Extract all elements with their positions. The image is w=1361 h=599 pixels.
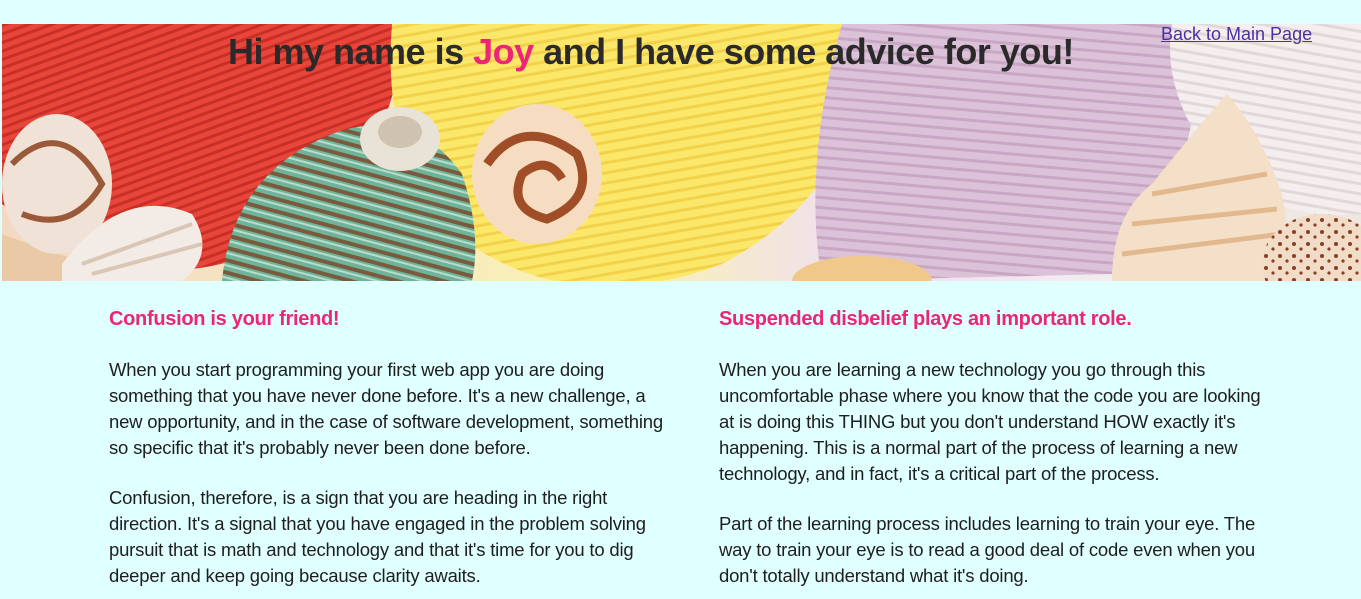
section-paragraph: Part of the learning process includes le… xyxy=(719,513,1256,586)
title-suffix: and I have some advice for you! xyxy=(533,31,1074,72)
title-name: Joy xyxy=(473,31,534,72)
seashell-banner-image: Hi my name is Joy and I have some advice… xyxy=(2,24,1361,281)
advice-section-confusion: Confusion is your friend! When you start… xyxy=(109,305,669,589)
page: Hi my name is Joy and I have some advice… xyxy=(0,0,1361,599)
back-to-main-link[interactable]: Back to Main Page xyxy=(1161,24,1312,45)
advice-section-disbelief: Suspended disbelief plays an important r… xyxy=(719,305,1279,589)
title-prefix: Hi my name is xyxy=(228,31,474,72)
section-heading: Confusion is your friend! xyxy=(109,308,340,330)
page-title: Hi my name is Joy and I have some advice… xyxy=(228,30,1074,74)
section-paragraph: When you are learning a new technology y… xyxy=(719,359,1261,484)
section-paragraph: Confusion, therefore, is a sign that you… xyxy=(109,487,646,586)
section-paragraph: When you start programming your first we… xyxy=(109,359,663,458)
section-heading: Suspended disbelief plays an important r… xyxy=(719,308,1132,330)
